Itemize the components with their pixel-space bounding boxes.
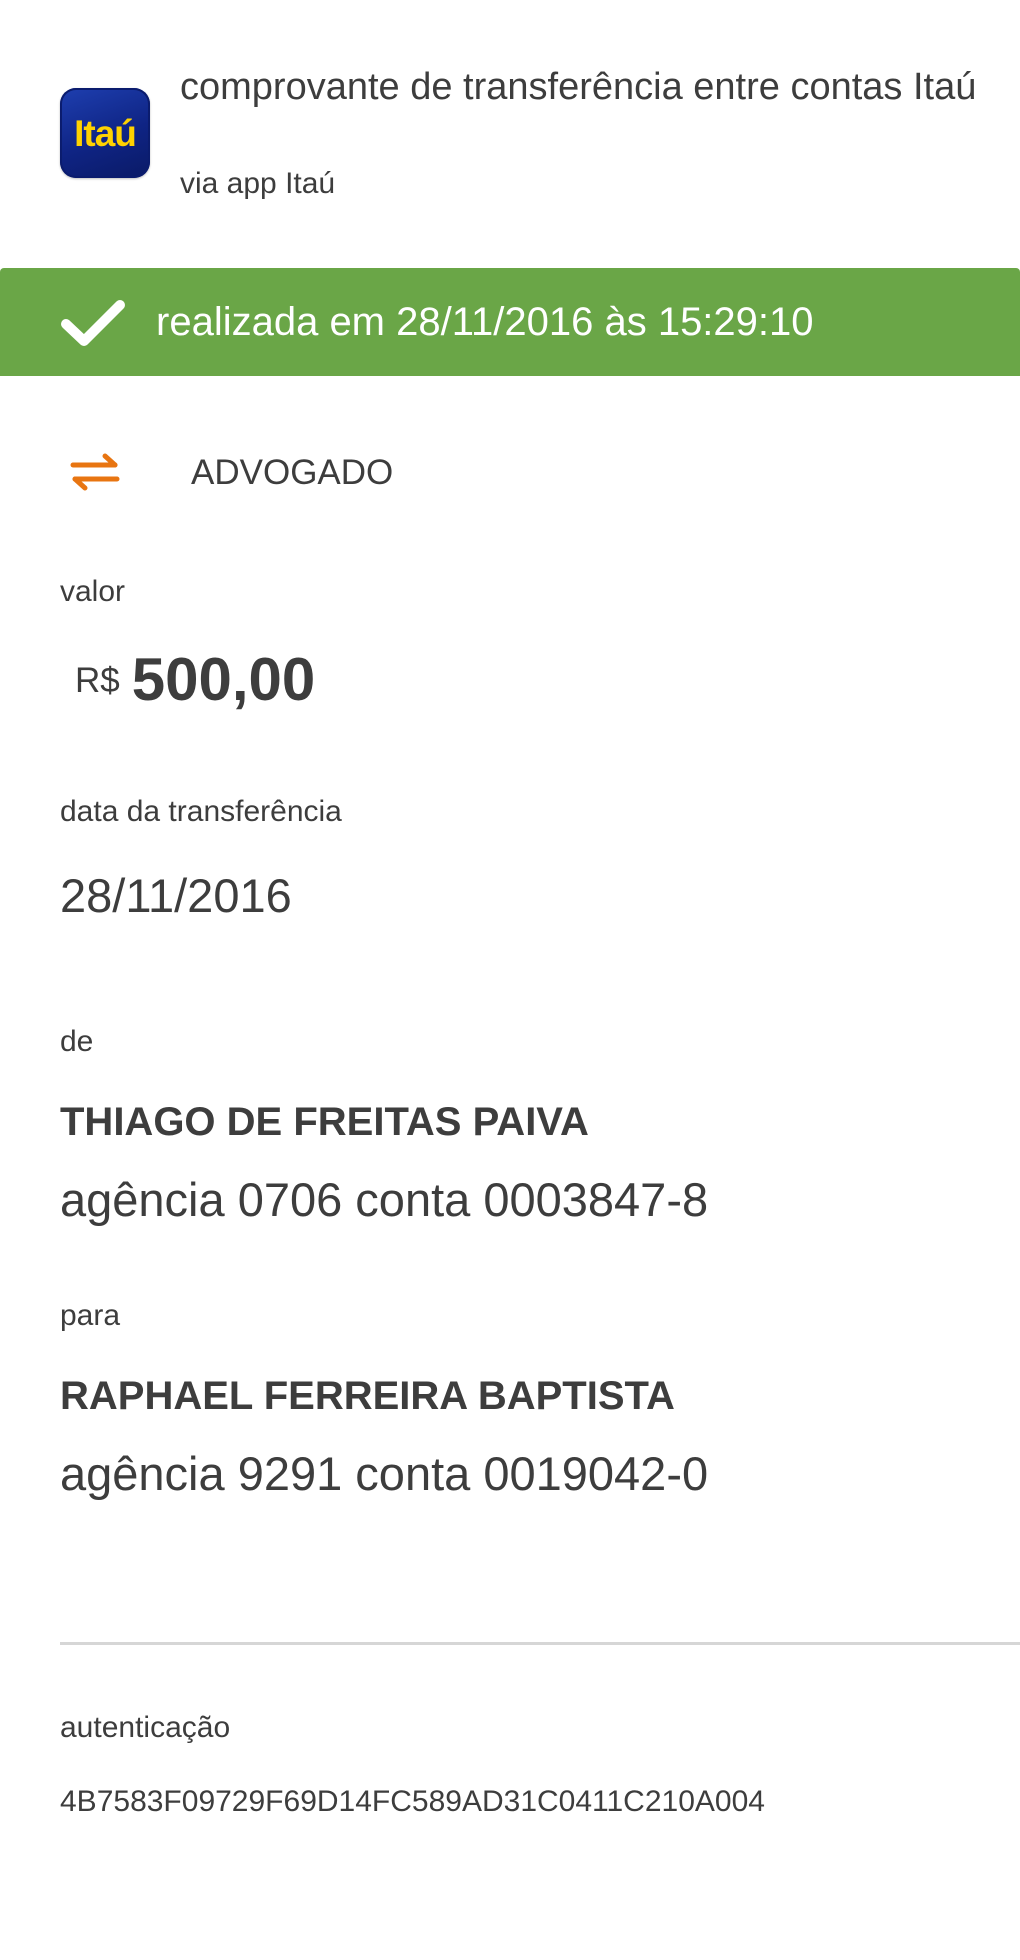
divider <box>60 1642 1020 1645</box>
status-text: realizada em 28/11/2016 às 15:29:10 <box>156 300 814 344</box>
authentication-code: 4B7583F09729F69D14FC589AD31C0411C210A004 <box>60 1785 765 1818</box>
authentication-label: autenticação <box>60 1711 231 1744</box>
logo-text: Itaú <box>74 113 137 154</box>
transfer-date-value: 28/11/2016 <box>60 869 292 922</box>
from-account: agência 0706 conta 0003847-8 <box>60 1173 709 1226</box>
page-subtitle: via app Itaú <box>180 167 336 200</box>
to-name: RAPHAEL FERREIRA BAPTISTA <box>60 1374 675 1418</box>
from-label: de <box>60 1025 94 1058</box>
check-icon <box>61 300 125 346</box>
itau-logo: Itaú <box>60 88 150 178</box>
transfer-type-row: ADVOGADO <box>0 440 1020 504</box>
status-banner: realizada em 28/11/2016 às 15:29:10 <box>0 268 1020 376</box>
from-name: THIAGO DE FREITAS PAIVA <box>60 1100 589 1144</box>
receipt-header: Itaú comprovante de transferência entre … <box>0 0 1020 268</box>
amount-value: 500,00 <box>131 646 316 713</box>
amount-label: valor <box>60 575 126 608</box>
transfer-arrows-icon <box>70 453 120 491</box>
transfer-date-label: data da transferência <box>60 795 342 828</box>
transfer-type-label: ADVOGADO <box>191 453 394 492</box>
to-account: agência 9291 conta 0019042-0 <box>60 1447 709 1500</box>
amount: R$ 500,00 <box>75 645 315 714</box>
page-title: comprovante de transferência entre conta… <box>180 66 977 108</box>
to-label: para <box>60 1299 121 1332</box>
currency-symbol: R$ <box>75 661 120 700</box>
